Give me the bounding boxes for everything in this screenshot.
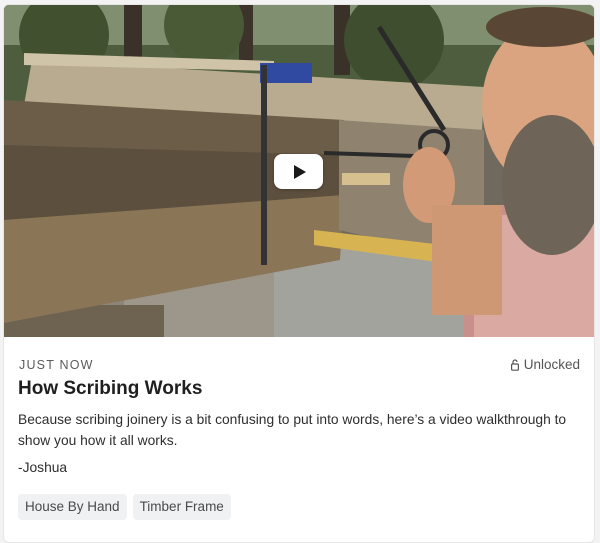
post-card: JUST NOW Unlocked How Scribing Works Bec… (3, 4, 595, 543)
post-timestamp: JUST NOW (19, 358, 94, 372)
lock-open-icon (510, 358, 519, 371)
tag-timber-frame[interactable]: Timber Frame (132, 494, 231, 520)
post-description: Because scribing joinery is a bit confus… (18, 412, 567, 448)
tag-list: House By Hand Timber Frame (18, 494, 231, 520)
video-thumbnail[interactable] (4, 5, 594, 337)
play-icon (294, 164, 306, 179)
post-title[interactable]: How Scribing Works (18, 378, 202, 400)
play-button[interactable] (274, 154, 323, 189)
access-badge: Unlocked (510, 357, 580, 372)
access-label: Unlocked (523, 357, 580, 372)
post-signature: -Joshua (18, 460, 68, 475)
tag-house-by-hand[interactable]: House By Hand (18, 494, 127, 520)
